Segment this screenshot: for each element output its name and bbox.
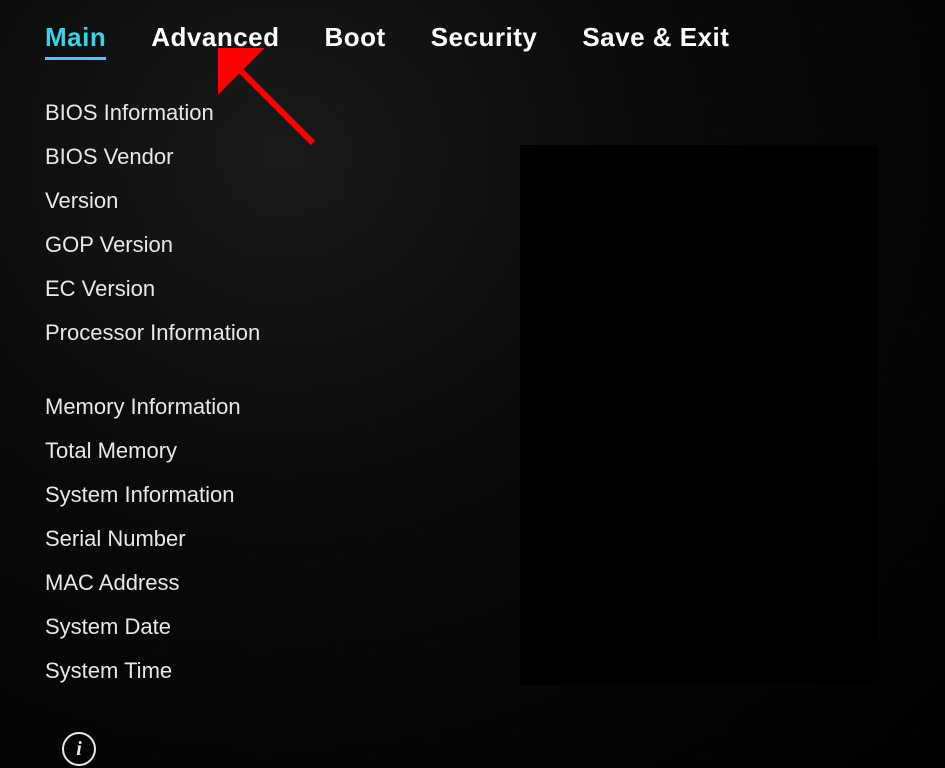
redacted-values-region — [520, 145, 878, 685]
main-content: BIOS Information BIOS Vendor American Me… — [0, 60, 945, 684]
gop-version-label: GOP Version — [45, 232, 545, 258]
processor-information-heading: Processor Information — [45, 320, 545, 346]
bios-information-heading: BIOS Information — [45, 100, 545, 126]
tab-main[interactable]: Main — [45, 22, 106, 60]
tab-advanced[interactable]: Advanced — [151, 22, 279, 60]
tab-save-exit[interactable]: Save & Exit — [582, 22, 729, 60]
serial-number-label: Serial Number — [45, 526, 545, 552]
bios-vendor-label: BIOS Vendor — [45, 144, 545, 170]
system-time-label[interactable]: System Time — [45, 658, 545, 684]
total-memory-label: Total Memory — [45, 438, 545, 464]
tab-boot[interactable]: Boot — [325, 22, 386, 60]
system-date-label[interactable]: System Date — [45, 614, 545, 640]
ec-version-label: EC Version — [45, 276, 545, 302]
mac-address-label: MAC Address — [45, 570, 545, 596]
info-icon[interactable]: i — [62, 732, 96, 766]
system-information-heading: System Information — [45, 482, 545, 508]
version-label: Version — [45, 188, 545, 214]
tab-security[interactable]: Security — [431, 22, 538, 60]
tab-bar: Main Advanced Boot Security Save & Exit — [0, 0, 945, 60]
memory-information-heading: Memory Information — [45, 394, 545, 420]
